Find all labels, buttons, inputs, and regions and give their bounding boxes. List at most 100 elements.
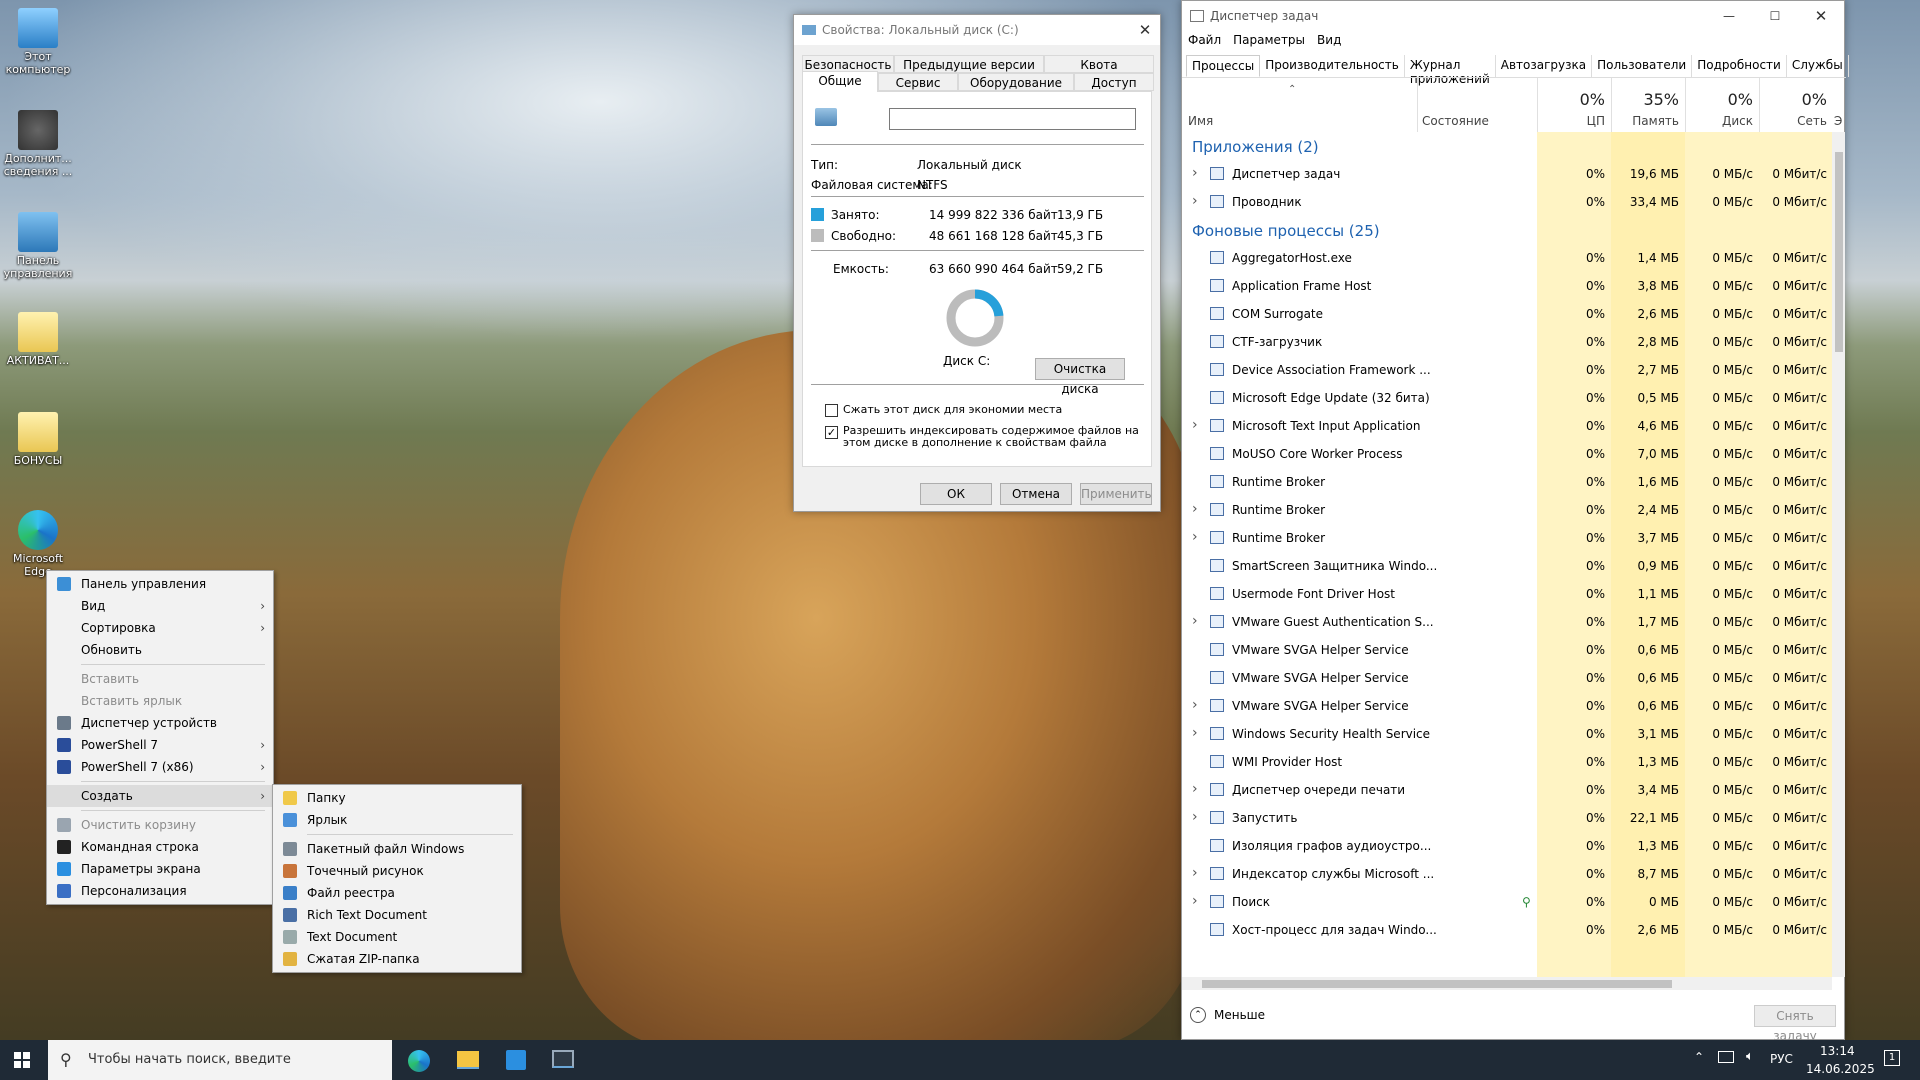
desktop-icon[interactable]: Панель управления xyxy=(0,212,76,280)
chevron-right-icon[interactable]: › xyxy=(1192,529,1198,545)
column-name[interactable]: Имя xyxy=(1188,114,1213,128)
column-mem[interactable]: Память xyxy=(1611,114,1679,128)
process-row[interactable]: › Индексатор службы Microsoft ... 0% 8,7 МБ… xyxy=(1182,860,1832,888)
process-row[interactable]: › Windows Security Health Service 0% 3,1 МБ… xyxy=(1182,720,1832,748)
process-row[interactable]: › VMware SVGA Helper Service 0% 0,6 МБ 0 МБ/… xyxy=(1182,692,1832,720)
menu-item[interactable]: Файл реестра xyxy=(273,882,521,904)
tab-bottom-3[interactable]: Доступ xyxy=(1074,73,1154,91)
menu-item[interactable]: Обновить xyxy=(47,639,273,661)
close-icon[interactable]: ✕ xyxy=(1130,21,1160,39)
chevron-right-icon[interactable]: › xyxy=(1192,865,1198,881)
process-row[interactable]: CTF-загрузчик 0% 2,8 МБ 0 МБ/с 0 Мбит/с xyxy=(1182,328,1832,356)
menu-item[interactable]: Параметры экрана xyxy=(47,858,273,880)
menu-item[interactable]: Ярлык xyxy=(273,809,521,831)
process-row[interactable]: WMI Provider Host 0% 1,3 МБ 0 МБ/с 0 Мбит/с xyxy=(1182,748,1832,776)
process-row[interactable]: SmartScreen Защитника Windo... 0% 0,9 МБ 0 … xyxy=(1182,552,1832,580)
language-indicator[interactable]: РУС xyxy=(1770,1052,1793,1066)
menu-item[interactable]: Сжатая ZIP-папка xyxy=(273,948,521,970)
index-checkbox[interactable]: ✓ xyxy=(825,426,838,439)
disk-cleanup-button[interactable]: Очистка диска xyxy=(1035,358,1125,396)
menu-item[interactable]: Вставить ярлык xyxy=(47,690,273,712)
tab-0[interactable]: Процессы xyxy=(1186,55,1261,77)
tab-4[interactable]: Пользователи xyxy=(1592,55,1693,77)
ok-button[interactable]: ОК xyxy=(920,483,992,505)
store-taskbar-icon[interactable] xyxy=(506,1050,526,1070)
vertical-scrollbar[interactable] xyxy=(1832,132,1845,977)
tab-5[interactable]: Подробности xyxy=(1692,55,1787,77)
menu-item[interactable]: Персонализация xyxy=(47,880,273,902)
start-icon[interactable] xyxy=(14,1052,30,1068)
desktop-icon[interactable]: Этот компьютер xyxy=(0,8,76,76)
desktop-icon[interactable]: БОНУСЫ xyxy=(0,412,76,467)
process-row[interactable]: › Runtime Broker 0% 2,4 МБ 0 МБ/с 0 Мбит/с xyxy=(1182,496,1832,524)
column-status[interactable]: Состояние xyxy=(1422,114,1489,128)
edge-taskbar-icon[interactable] xyxy=(408,1050,430,1072)
column-cpu[interactable]: ЦП xyxy=(1537,114,1605,128)
process-row[interactable]: Usermode Font Driver Host 0% 1,1 МБ 0 МБ/с 0… xyxy=(1182,580,1832,608)
chevron-right-icon[interactable]: › xyxy=(1192,193,1198,209)
explorer-taskbar-icon[interactable] xyxy=(457,1051,479,1069)
menu-item[interactable]: PowerShell 7 › xyxy=(47,734,273,756)
process-row[interactable]: Device Association Framework ... 0% 2,7 МБ… xyxy=(1182,356,1832,384)
chevron-right-icon[interactable]: › xyxy=(1192,697,1198,713)
menu-item[interactable]: Очистить корзину xyxy=(47,814,273,836)
tray-chevron-icon[interactable]: ⌃ xyxy=(1694,1050,1704,1064)
close-icon[interactable]: ✕ xyxy=(1798,7,1844,25)
cancel-button[interactable]: Отмена xyxy=(1000,483,1072,505)
menu-1[interactable]: Параметры xyxy=(1233,33,1305,51)
desktop-icon[interactable]: АКТИВАТ... xyxy=(0,312,76,367)
less-details-icon[interactable]: ⌃ xyxy=(1190,1007,1206,1023)
chevron-right-icon[interactable]: › xyxy=(1192,613,1198,629)
clock-date[interactable]: 14.06.2025 xyxy=(1806,1062,1875,1076)
menu-0[interactable]: Файл xyxy=(1188,33,1221,51)
menu-item[interactable]: PowerShell 7 (x86) › xyxy=(47,756,273,778)
tab-6[interactable]: Службы xyxy=(1787,55,1849,77)
process-row[interactable]: Application Frame Host 0% 3,8 МБ 0 МБ/с 0 Мб… xyxy=(1182,272,1832,300)
process-row[interactable]: Microsoft Edge Update (32 бита) 0% 0,5 МБ 0… xyxy=(1182,384,1832,412)
tab-1[interactable]: Предыдущие версии xyxy=(894,55,1044,73)
scroll-thumb[interactable] xyxy=(1835,152,1843,352)
process-row[interactable]: VMware SVGA Helper Service 0% 0,6 МБ 0 МБ/с… xyxy=(1182,636,1832,664)
tab-bottom-2[interactable]: Оборудование xyxy=(958,73,1074,91)
process-row[interactable]: Runtime Broker 0% 1,6 МБ 0 МБ/с 0 Мбит/с xyxy=(1182,468,1832,496)
process-row[interactable]: › Runtime Broker 0% 3,7 МБ 0 МБ/с 0 Мбит/с xyxy=(1182,524,1832,552)
chevron-right-icon[interactable]: › xyxy=(1192,417,1198,433)
process-row[interactable]: VMware SVGA Helper Service 0% 0,6 МБ 0 МБ/с… xyxy=(1182,664,1832,692)
notification-icon[interactable]: 1 xyxy=(1884,1050,1900,1066)
apply-button[interactable]: Применить xyxy=(1080,483,1152,505)
tab-2[interactable]: Журнал приложений xyxy=(1405,55,1496,86)
menu-item[interactable]: Панель управления xyxy=(47,573,273,595)
chevron-right-icon[interactable]: › xyxy=(1192,781,1198,797)
desktop-icon[interactable]: Дополнит... сведения ... xyxy=(0,110,76,178)
maximize-icon[interactable]: ☐ xyxy=(1752,9,1798,23)
volume-name-input[interactable] xyxy=(889,108,1136,130)
end-task-button[interactable]: Снять задачу xyxy=(1754,1005,1836,1043)
process-row[interactable]: › Проводник 0% 33,4 МБ 0 МБ/с 0 Мбит/с xyxy=(1182,188,1832,216)
column-net[interactable]: Сеть xyxy=(1759,114,1827,128)
menu-item[interactable]: Сортировка › xyxy=(47,617,273,639)
column-disk[interactable]: Диск xyxy=(1685,114,1753,128)
menu-item[interactable]: Вставить xyxy=(47,668,273,690)
menu-item[interactable]: Создать › xyxy=(47,785,273,807)
process-row[interactable]: › VMware Guest Authentication S... 0% 1,7 М… xyxy=(1182,608,1832,636)
tab-bottom-1[interactable]: Сервис xyxy=(878,73,958,91)
process-row[interactable]: COM Surrogate 0% 2,6 МБ 0 МБ/с 0 Мбит/с xyxy=(1182,300,1832,328)
clock-time[interactable]: 13:14 xyxy=(1820,1044,1855,1058)
chevron-right-icon[interactable]: › xyxy=(1192,725,1198,741)
taskmgr-taskbar-icon[interactable] xyxy=(552,1050,574,1068)
hscroll-thumb[interactable] xyxy=(1202,980,1672,988)
menu-item[interactable]: Пакетный файл Windows xyxy=(273,838,521,860)
menu-item[interactable]: Rich Text Document xyxy=(273,904,521,926)
tab-bottom-0[interactable]: Общие xyxy=(802,71,878,92)
menu-item[interactable]: Text Document xyxy=(273,926,521,948)
chevron-right-icon[interactable]: › xyxy=(1192,501,1198,517)
volume-icon[interactable]: 🔈︎ xyxy=(1746,1049,1754,1064)
network-icon[interactable] xyxy=(1718,1051,1734,1063)
menu-item[interactable]: Папку xyxy=(273,787,521,809)
horizontal-scrollbar[interactable] xyxy=(1182,977,1832,990)
chevron-right-icon[interactable]: › xyxy=(1192,893,1198,909)
menu-item[interactable]: Вид › xyxy=(47,595,273,617)
search-box[interactable]: ⚲ Чтобы начать поиск, введите xyxy=(48,1040,392,1080)
less-details-link[interactable]: Меньше xyxy=(1214,1008,1265,1022)
compress-checkbox[interactable] xyxy=(825,404,838,417)
